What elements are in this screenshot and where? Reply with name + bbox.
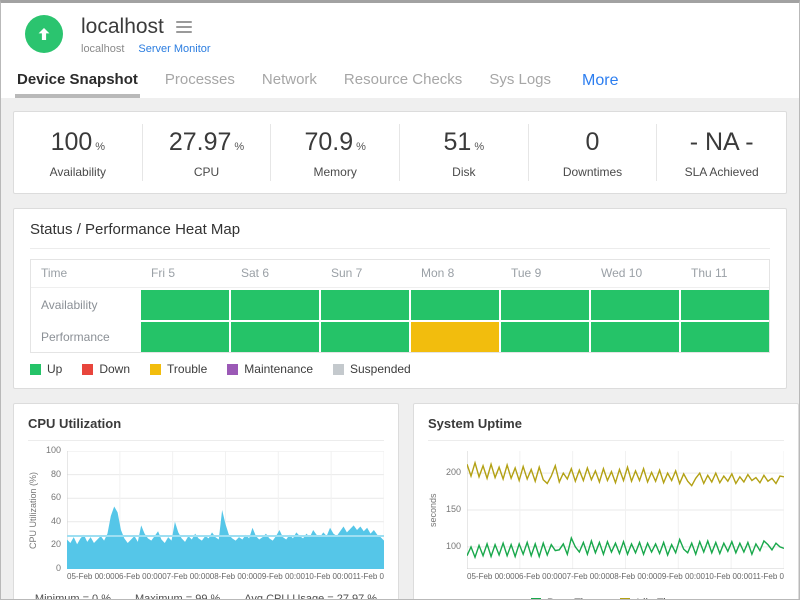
heatmap-cell [231, 322, 319, 352]
heatmap-header-col: Wed 10 [591, 260, 679, 287]
heatmap-cell [141, 290, 229, 320]
heatmap-cell [321, 322, 409, 352]
monitor-window: localhost localhost Server Monitor Device… [0, 0, 800, 600]
heatmap-row-label: Availability [31, 290, 139, 320]
cpu-chart-yaxis: 020406080100 [41, 451, 67, 569]
tab-network[interactable]: Network [262, 65, 317, 98]
up-arrow-icon [35, 25, 53, 43]
heatmap-cell [591, 290, 679, 320]
heatmap-cell [411, 322, 499, 352]
stat-cpu-value: 27.97 [169, 128, 232, 156]
uptime-chart-ylabel: seconds [428, 451, 441, 569]
tab-more[interactable]: More [582, 66, 618, 98]
legend-item-down: Down [82, 362, 130, 376]
legend-item-maintenance: Maintenance [227, 362, 313, 376]
breadcrumb-category-link[interactable]: Server Monitor [138, 43, 210, 55]
cpu-chart-title: CPU Utilization [28, 416, 384, 441]
heatmap-header-col: Sun 7 [321, 260, 409, 287]
heatmap-title: Status / Performance Heat Map [30, 221, 770, 249]
stat-cpu: 27.97% CPU [143, 124, 272, 181]
menu-icon[interactable] [176, 18, 192, 36]
stat-cpu-label: CPU [143, 165, 271, 179]
heatmap-header-row: Time Fri 5 Sat 6 Sun 7 Mon 8 Tue 9 Wed 1… [31, 260, 769, 288]
stat-memory: 70.9% Memory [271, 124, 400, 181]
legend-item-suspended: Suspended [333, 362, 411, 376]
cpu-chart-xaxis: 05-Feb 00:0006-Feb 00:0007-Feb 00:0008-F… [67, 572, 384, 581]
heatmap-header-col: Thu 11 [681, 260, 769, 287]
tab-resource-checks[interactable]: Resource Checks [344, 65, 462, 98]
legend-item-trouble: Trouble [150, 362, 207, 376]
trouble-swatch-icon [150, 364, 161, 375]
tab-bar: Device Snapshot Processes Network Resour… [1, 55, 799, 98]
tab-sys-logs[interactable]: Sys Logs [489, 65, 551, 98]
stat-sla-value: - NA - [690, 128, 754, 156]
down-swatch-icon [82, 364, 93, 375]
tab-processes[interactable]: Processes [165, 65, 235, 98]
heatmap-table: Time Fri 5 Sat 6 Sun 7 Mon 8 Tue 9 Wed 1… [30, 259, 770, 353]
cpu-maximum: Maximum = 99 % [135, 593, 220, 600]
cpu-chart-summary: Minimum = 0 % Maximum = 99 % Avg CPU Usa… [28, 593, 384, 600]
heatmap-legend: Up Down Trouble Maintenance Suspended [30, 362, 770, 376]
stat-memory-label: Memory [271, 165, 399, 179]
system-uptime-chart [467, 451, 784, 569]
heatmap-cell [501, 322, 589, 352]
heatmap-header-col: Mon 8 [411, 260, 499, 287]
uptime-chart-yaxis: 100150200 [441, 451, 467, 569]
stat-downtimes-value: 0 [586, 128, 600, 156]
stat-disk-value: 51 [444, 128, 472, 156]
heatmap-header-time: Time [31, 260, 139, 287]
tab-device-snapshot[interactable]: Device Snapshot [17, 65, 138, 98]
breadcrumb-device: localhost [81, 43, 124, 55]
legend-item-up: Up [30, 362, 62, 376]
heatmap-row-performance: Performance [31, 322, 769, 352]
up-swatch-icon [30, 364, 41, 375]
cpu-average: Avg CPU Usage = 27.97 % [244, 593, 377, 600]
heatmap-cell [681, 290, 769, 320]
cpu-utilization-chart [67, 451, 384, 569]
page-title: localhost [81, 15, 164, 39]
uptime-chart-title: System Uptime [428, 416, 784, 441]
heatmap-cell [231, 290, 319, 320]
heatmap-cell [681, 322, 769, 352]
breadcrumb: localhost Server Monitor [81, 43, 211, 55]
suspended-swatch-icon [333, 364, 344, 375]
heatmap-cell [321, 290, 409, 320]
stat-availability: 100% Availability [14, 124, 143, 181]
maintenance-swatch-icon [227, 364, 238, 375]
cpu-minimum: Minimum = 0 % [35, 593, 111, 600]
system-uptime-card: System Uptime seconds 100150200 05-Feb 0… [413, 403, 799, 600]
heatmap-header-col: Fri 5 [141, 260, 229, 287]
stat-sla-label: SLA Achieved [657, 165, 786, 179]
stat-availability-value: 100 [51, 128, 93, 156]
content: 100% Availability 27.97% CPU 70.9% Memor… [1, 98, 799, 600]
heatmap-cell [591, 322, 679, 352]
stat-disk-label: Disk [400, 165, 528, 179]
heatmap-cell [411, 290, 499, 320]
cpu-utilization-card: CPU Utilization CPU Utilization (%) 0204… [13, 403, 399, 600]
stat-disk: 51% Disk [400, 124, 529, 181]
device-status-icon [25, 15, 63, 53]
heatmap-card: Status / Performance Heat Map Time Fri 5… [13, 208, 787, 389]
heatmap-row-availability: Availability [31, 290, 769, 320]
stat-memory-value: 70.9 [304, 128, 353, 156]
heatmap-cell [501, 290, 589, 320]
cpu-chart-ylabel: CPU Utilization (%) [28, 451, 41, 569]
stat-sla: - NA - SLA Achieved [657, 124, 786, 181]
heatmap-header-col: Sat 6 [231, 260, 319, 287]
header: localhost localhost Server Monitor Device… [1, 3, 799, 98]
stat-availability-label: Availability [14, 165, 142, 179]
heatmap-header-col: Tue 9 [501, 260, 589, 287]
heatmap-cell [141, 322, 229, 352]
uptime-chart-xaxis: 05-Feb 00:0006-Feb 00:0007-Feb 00:0008-F… [467, 572, 784, 581]
stat-downtimes-label: Downtimes [529, 165, 657, 179]
heatmap-row-label: Performance [31, 322, 139, 352]
summary-stats-card: 100% Availability 27.97% CPU 70.9% Memor… [13, 111, 787, 194]
stat-downtimes: 0 Downtimes [529, 124, 658, 181]
